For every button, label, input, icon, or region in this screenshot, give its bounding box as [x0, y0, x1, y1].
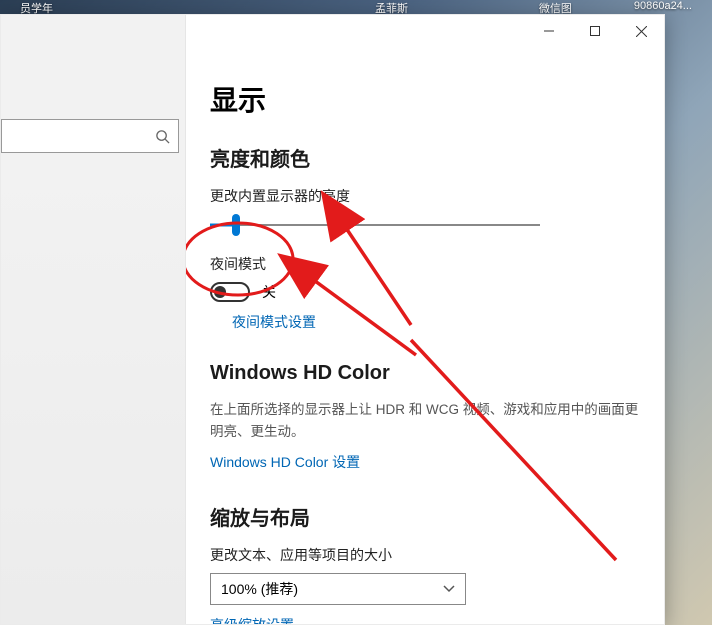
brightness-slider[interactable] — [210, 214, 540, 236]
toggle-knob — [214, 286, 226, 298]
slider-thumb[interactable] — [232, 214, 240, 236]
settings-window: 显示 亮度和颜色 更改内置显示器的亮度 夜间模式 关 夜间模式设置 Window… — [0, 14, 665, 625]
minimize-icon — [544, 26, 554, 36]
chevron-down-icon — [443, 583, 455, 595]
night-mode-label: 夜间模式 — [210, 254, 640, 274]
section-scaling: 缩放与布局 — [210, 502, 640, 531]
settings-sidebar — [1, 15, 186, 624]
night-mode-state: 关 — [262, 282, 276, 302]
advanced-scaling-link[interactable]: 高级缩放设置 — [210, 615, 640, 624]
section-brightness: 亮度和颜色 — [210, 143, 640, 172]
scaling-dropdown[interactable]: 100% (推荐) — [210, 573, 466, 605]
page-title: 显示 — [210, 79, 640, 119]
hdcolor-description: 在上面所选择的显示器上让 HDR 和 WCG 视频、游戏和应用中的画面更明亮、更… — [210, 399, 640, 442]
search-input[interactable] — [1, 119, 179, 153]
minimize-button[interactable] — [526, 15, 572, 47]
settings-content: 显示 亮度和颜色 更改内置显示器的亮度 夜间模式 关 夜间模式设置 Window… — [186, 15, 664, 624]
section-hdcolor: Windows HD Color — [210, 362, 640, 385]
slider-track — [210, 224, 540, 226]
night-mode-toggle[interactable] — [210, 282, 250, 302]
hdcolor-settings-link[interactable]: Windows HD Color 设置 — [210, 452, 640, 472]
night-mode-settings-link[interactable]: 夜间模式设置 — [232, 312, 640, 332]
maximize-button[interactable] — [572, 15, 618, 47]
search-icon — [155, 129, 170, 144]
maximize-icon — [590, 26, 600, 36]
scaling-value: 100% (推荐) — [221, 579, 298, 599]
close-button[interactable] — [618, 15, 664, 47]
scaling-label: 更改文本、应用等项目的大小 — [210, 545, 640, 565]
close-icon — [636, 26, 647, 37]
window-controls — [526, 15, 664, 47]
brightness-slider-label: 更改内置显示器的亮度 — [210, 186, 640, 206]
